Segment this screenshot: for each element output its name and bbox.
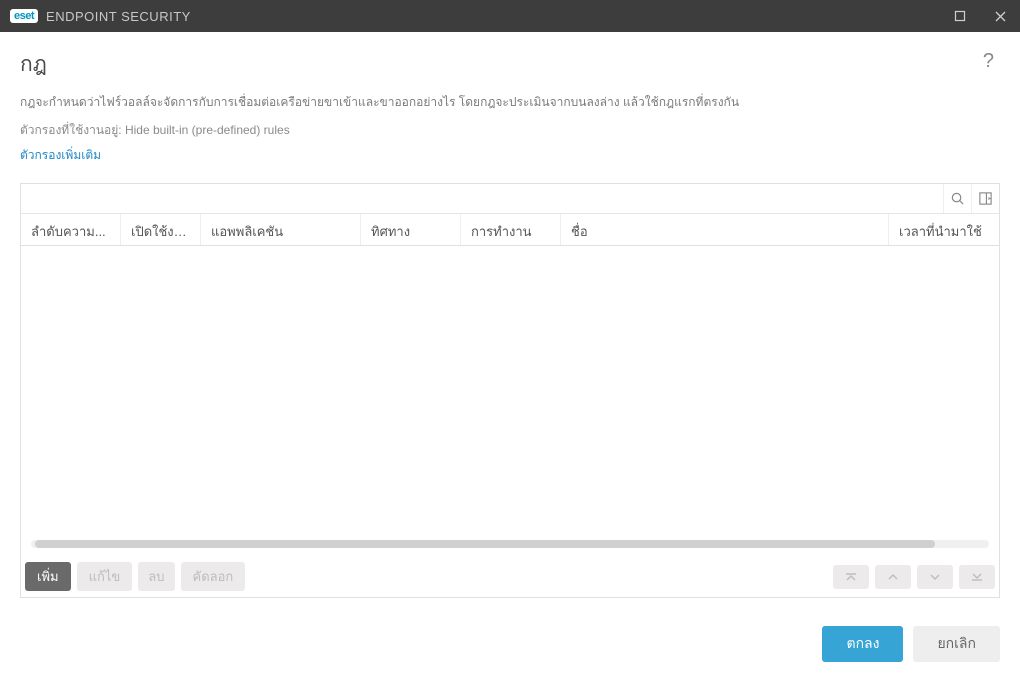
page-description: กฎจะกำหนดว่าไฟร์วอลล์จะจัดการกับการเชื่อ… (20, 93, 1000, 111)
more-filters: ตัวกรองเพิ่มเติม (20, 146, 1000, 165)
active-filter-label: ตัวกรองที่ใช้งานอยู่: (20, 123, 122, 137)
table-body (21, 246, 999, 556)
active-filter: ตัวกรองที่ใช้งานอยู่: Hide built-in (pre… (20, 121, 1000, 140)
col-enabled[interactable]: เปิดใช้งาน... (121, 214, 201, 245)
app-name: ENDPOINT SECURITY (46, 9, 191, 24)
col-direction[interactable]: ทิศทาง (361, 214, 461, 245)
move-top-button[interactable] (833, 565, 869, 589)
window-close-button[interactable] (980, 0, 1020, 32)
move-up-button[interactable] (875, 565, 911, 589)
col-priority[interactable]: ลำดับความ... (21, 214, 121, 245)
rules-table: ลำดับความ... เปิดใช้งาน... แอพพลิเคชัน ท… (20, 183, 1000, 598)
dialog-footer: ตกลง ยกเลิก (0, 616, 1020, 680)
add-button[interactable]: เพิ่ม (25, 562, 71, 591)
cancel-button[interactable]: ยกเลิก (913, 626, 1000, 662)
search-icon[interactable] (943, 184, 971, 213)
search-input[interactable] (21, 184, 943, 213)
content-area: กฎ ? กฎจะกำหนดว่าไฟร์วอลล์จะจัดการกับการ… (0, 32, 1020, 616)
reorder-buttons (833, 565, 995, 589)
active-filter-value: Hide built-in (pre-defined) rules (125, 123, 290, 137)
move-bottom-button[interactable] (959, 565, 995, 589)
table-actions: เพิ่ม แก้ไข ลบ คัดลอก (21, 556, 999, 597)
table-header: ลำดับความ... เปิดใช้งาน... แอพพลิเคชัน ท… (21, 214, 999, 246)
window: eset ENDPOINT SECURITY กฎ ? กฎจะกำหนดว่า… (0, 0, 1020, 680)
heading-row: กฎ ? (20, 48, 1000, 81)
titlebar: eset ENDPOINT SECURITY (0, 0, 1020, 32)
col-application[interactable]: แอพพลิเคชัน (201, 214, 361, 245)
col-time[interactable]: เวลาที่นำมาใช้ (889, 214, 999, 245)
column-chooser-icon[interactable] (971, 184, 999, 213)
col-action[interactable]: การทำงาน (461, 214, 561, 245)
move-down-button[interactable] (917, 565, 953, 589)
edit-button[interactable]: แก้ไข (77, 562, 133, 591)
copy-button[interactable]: คัดลอก (181, 562, 246, 591)
ok-button[interactable]: ตกลง (822, 626, 903, 662)
page-title: กฎ (20, 48, 47, 81)
col-name[interactable]: ชื่อ (561, 214, 889, 245)
more-filters-link[interactable]: ตัวกรองเพิ่มเติม (20, 148, 101, 162)
hscroll-thumb[interactable] (35, 540, 935, 548)
help-icon[interactable]: ? (977, 48, 1000, 75)
logo-badge: eset (10, 9, 38, 23)
delete-button[interactable]: ลบ (138, 562, 174, 591)
table-search-row (21, 184, 999, 214)
window-maximize-button[interactable] (940, 0, 980, 32)
app-logo: eset (10, 9, 38, 23)
